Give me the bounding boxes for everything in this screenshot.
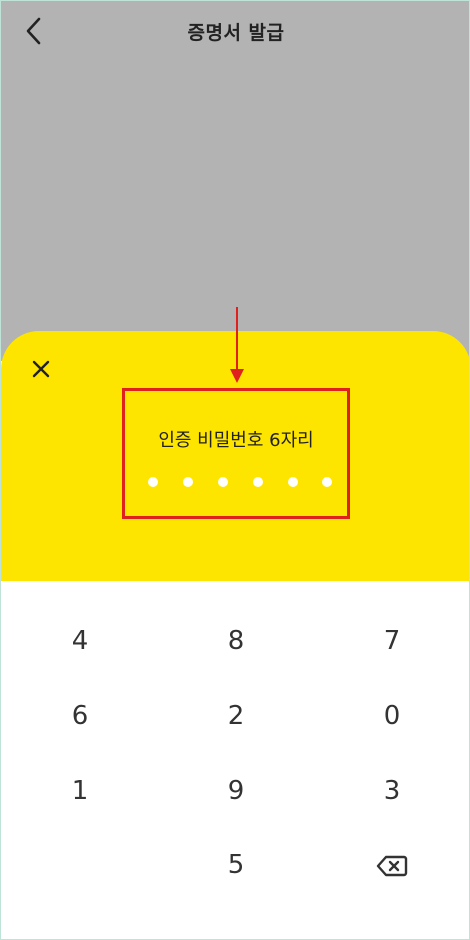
pin-dot (183, 477, 193, 487)
backspace-button[interactable] (332, 835, 452, 895)
key-7[interactable]: 7 (332, 611, 452, 671)
backspace-icon (376, 855, 408, 876)
key-0[interactable]: 0 (332, 686, 452, 746)
close-icon (32, 360, 50, 378)
pin-dot (253, 477, 263, 487)
key-6[interactable]: 6 (20, 686, 140, 746)
key-2[interactable]: 2 (176, 686, 296, 746)
key-1[interactable]: 1 (20, 761, 140, 821)
key-9[interactable]: 9 (176, 761, 296, 821)
pin-dot (148, 477, 158, 487)
pin-highlight-box: 인증 비밀번호 6자리 (122, 388, 350, 519)
pin-dot (322, 477, 332, 487)
pin-label: 인증 비밀번호 6자리 (158, 430, 314, 451)
close-button[interactable] (27, 355, 55, 383)
key-blank (20, 835, 140, 895)
key-3[interactable]: 3 (332, 761, 452, 821)
key-4[interactable]: 4 (20, 611, 140, 671)
number-keypad: 4 8 7 6 2 0 1 9 3 5 (1, 581, 469, 939)
pin-dot (288, 477, 298, 487)
arrow-down-icon (227, 305, 247, 385)
key-8[interactable]: 8 (176, 611, 296, 671)
pin-dot (218, 477, 228, 487)
header-bar: 증명서 발급 (1, 1, 469, 61)
pin-dots (143, 477, 335, 491)
pin-entry-screen: 증명서 발급 인증 비밀번호 6자리 4 8 7 6 2 0 1 9 3 5 (0, 0, 470, 940)
key-5[interactable]: 5 (176, 835, 296, 895)
page-title: 증명서 발급 (187, 22, 285, 44)
